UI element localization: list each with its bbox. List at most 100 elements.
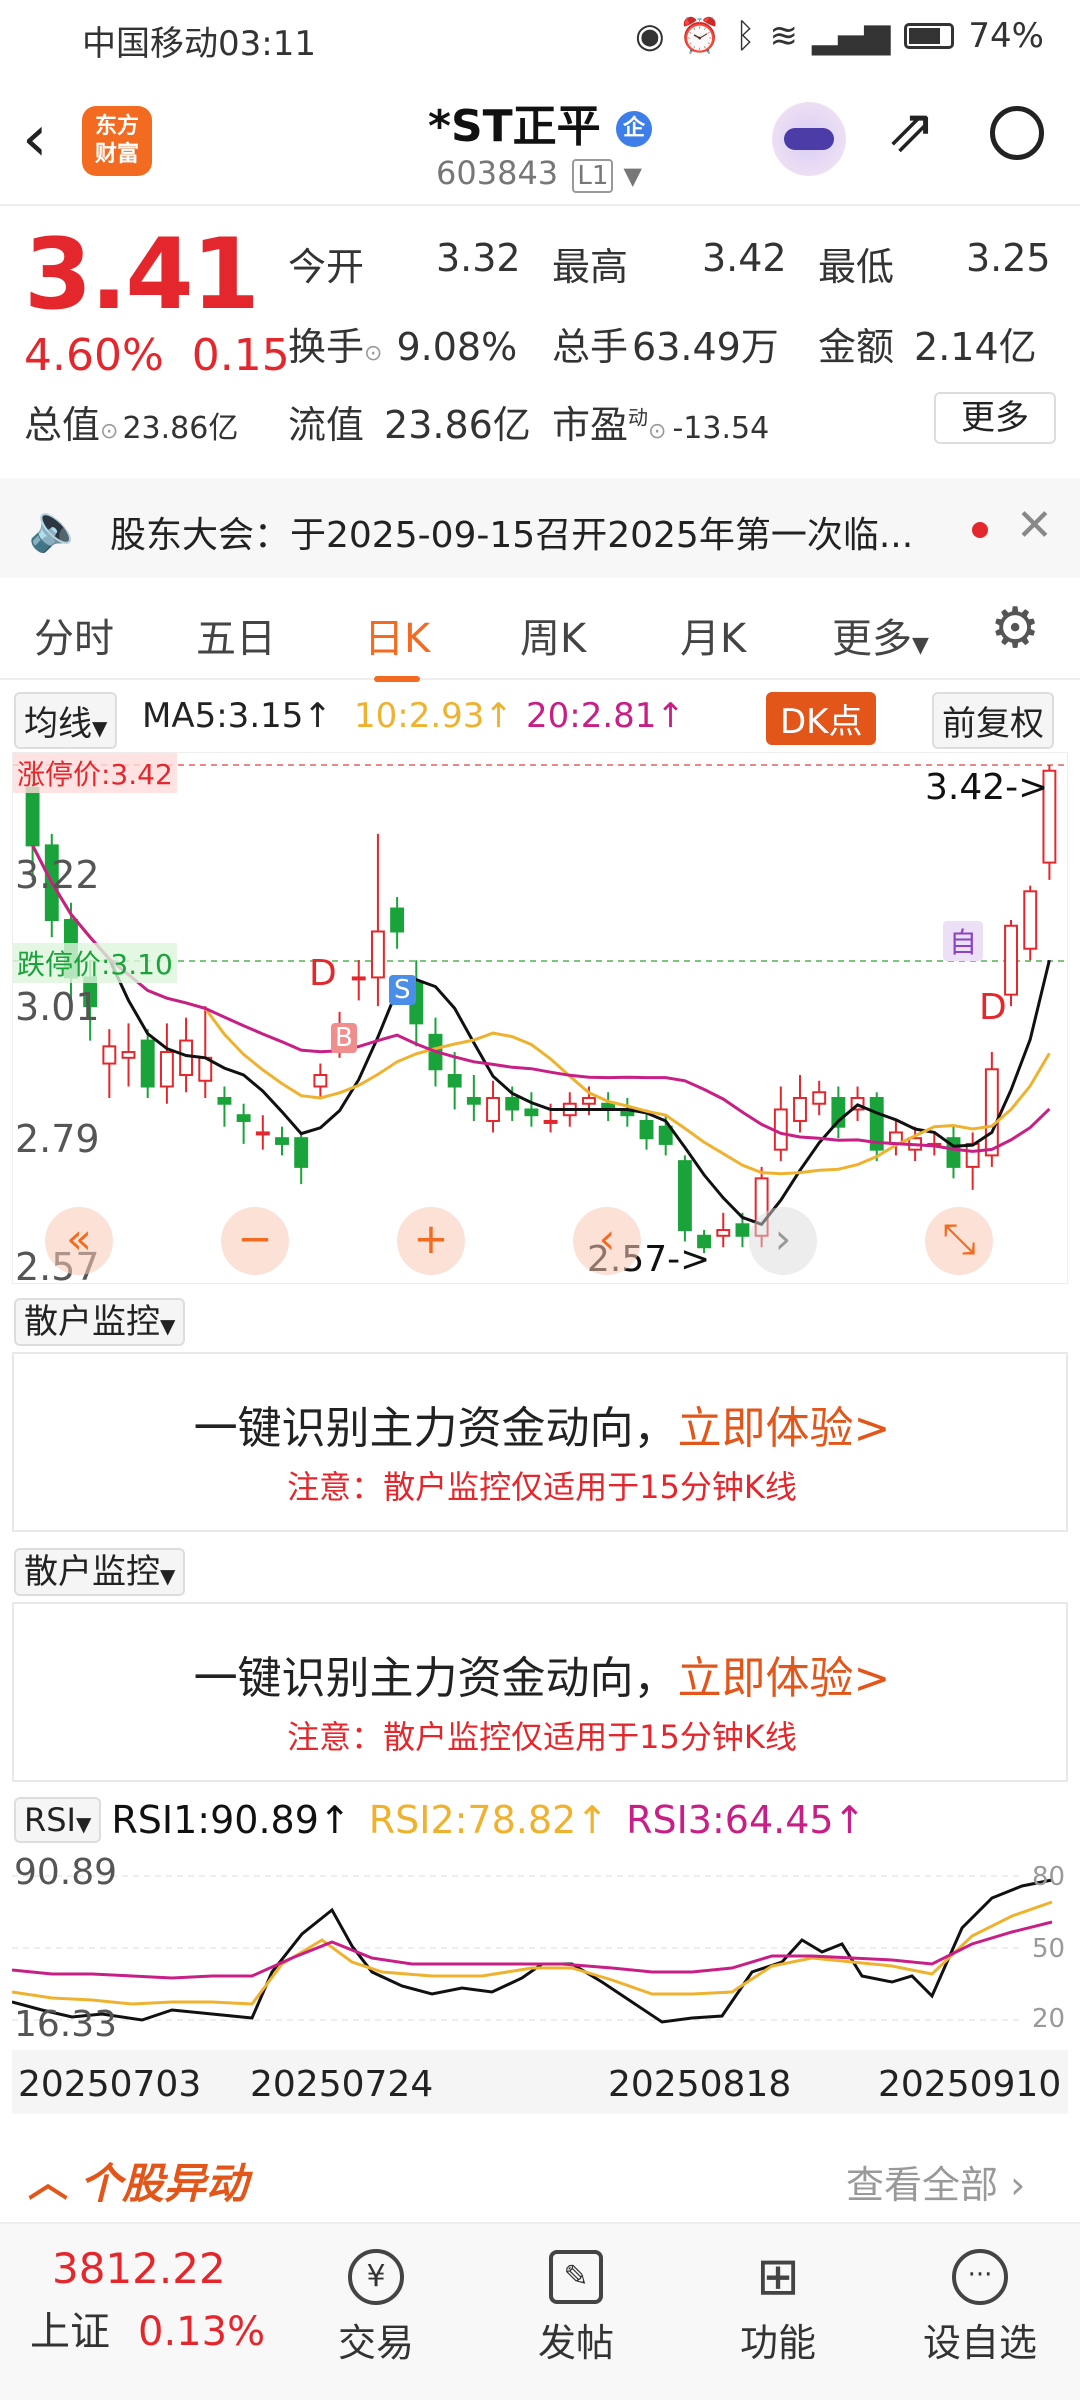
scroll-left-button[interactable]: ‹ — [573, 1207, 641, 1275]
low-value: 3.25 — [966, 236, 1051, 280]
rsi-header: RSI▼ RSI1:90.89↑ RSI2:78.82↑ RSI3:64.45↑ — [14, 1792, 865, 1848]
signal-d-marker-2: D — [979, 987, 1007, 1028]
candle-body — [447, 1074, 462, 1088]
share-icon[interactable]: ⇗ — [886, 96, 936, 166]
monitor-selector-2[interactable]: 散户监控▼ — [14, 1544, 186, 1596]
nav-add-watchlist[interactable]: ··· 设自选 — [910, 2242, 1050, 2367]
candle-body — [1004, 924, 1018, 996]
candle-body — [582, 1096, 596, 1105]
gear-icon[interactable]: ⚙ — [990, 596, 1040, 661]
tab-monthly-k[interactable]: 月K — [680, 606, 746, 664]
stock-movement-bar[interactable]: ︿ 个股异动 查看全部 › — [0, 2134, 1080, 2218]
candle-body — [179, 1039, 194, 1077]
rsi-level-20: 20 — [1032, 2004, 1066, 2034]
index-name: 上证 — [30, 2309, 110, 2355]
scroll-right-button[interactable]: › — [749, 1207, 817, 1275]
speaker-icon: 🔈 — [28, 500, 86, 554]
candle-body — [121, 1051, 136, 1059]
tab-daily-k[interactable]: 日K — [364, 606, 430, 682]
candle-body — [275, 1137, 289, 1145]
zoom-in-button[interactable]: + — [397, 1207, 465, 1275]
candle-body — [639, 1119, 654, 1140]
tab-five-day[interactable]: 五日 — [196, 606, 276, 664]
stock-code[interactable]: 603843 L1 ▼ — [436, 154, 642, 193]
rsi-bottom-label: 16.33 — [14, 2004, 118, 2045]
grid-icon: ⊞ — [756, 2247, 800, 2307]
high-tag: 3.42-> — [925, 767, 1049, 808]
y-tick-3: 2.79 — [15, 1117, 100, 1161]
scroll-left-fast-button[interactable]: « — [45, 1207, 113, 1275]
high-stat: 最高 — [552, 245, 629, 289]
nav-post[interactable]: ✎ 发帖 — [506, 2242, 646, 2367]
unread-dot — [972, 522, 988, 538]
date-axis: 20250703 20250724 20250818 20250910 — [12, 2050, 1068, 2114]
robot-avatar-icon[interactable] — [772, 102, 846, 176]
high-value: 3.42 — [702, 236, 787, 280]
period-tabs: 分时 五日 日K 周K 月K 更多▼ ⚙ — [0, 580, 1080, 682]
date-label: 20250818 — [608, 2064, 792, 2105]
candle-body — [965, 1142, 980, 1168]
indicator-selector[interactable]: 均线▼ — [14, 692, 118, 749]
status-bar: 中国移动03:11 ◉ ⏰ ᛒ ≋ ▂▄▆ 74% — [0, 0, 1080, 72]
rsi-top-label: 90.89 — [14, 1852, 118, 1893]
candle-body — [25, 786, 40, 847]
mktcap-stat: 总值⊙ 23.86亿 — [24, 403, 239, 447]
amount-stat: 金额 2.14亿 — [818, 325, 1037, 369]
ma20-value: 20:2.81↑ — [526, 696, 685, 736]
zoom-out-button[interactable]: − — [221, 1207, 289, 1275]
tab-more[interactable]: 更多▼ — [832, 606, 929, 664]
monitor-panel-1[interactable]: 一键识别主力资金动向，立即体验> 注意：散户监控仅适用于15分钟K线 — [12, 1352, 1068, 1532]
bluetooth-icon: ᛒ — [735, 16, 756, 56]
bottom-nav: 3812.22 上证 0.13% ¥ 交易 ✎ 发帖 ⊞ 功能 ··· 设自选 — [0, 2222, 1080, 2400]
index-value: 3812.22 — [52, 2244, 226, 2293]
battery-percent: 74% — [968, 16, 1044, 56]
candle-body — [217, 1096, 232, 1105]
nav-functions[interactable]: ⊞ 功能 — [708, 2242, 848, 2367]
chevron-down-icon: ▼ — [623, 162, 642, 190]
stock-header: ‹ 东方 财富 *ST正平 企 603843 L1 ▼ ⇗ — [0, 72, 1080, 206]
nav-trade[interactable]: ¥ 交易 — [306, 2242, 446, 2367]
quote-panel: 3.41 4.60% 0.15 今开 3.32 最高 3.42 最低 3.25 … — [0, 208, 1080, 470]
fullscreen-button[interactable]: ⤡ — [925, 1207, 993, 1275]
signal-icon: ▂▄▆ — [811, 16, 891, 56]
y-tick-1: 3.22 — [15, 853, 100, 897]
view-all-link[interactable]: 查看全部 › — [846, 2154, 1025, 2209]
monitor-panel-2[interactable]: 一键识别主力资金动向，立即体验> 注意：散户监控仅适用于15分钟K线 — [12, 1602, 1068, 1782]
index-change: 0.13% — [138, 2309, 266, 2355]
more-dots-icon: ··· — [952, 2249, 1008, 2305]
rsi2-value: RSI2:78.82↑ — [368, 1798, 609, 1842]
tab-weekly-k[interactable]: 周K — [520, 606, 586, 664]
candle-body — [773, 1108, 788, 1151]
alarm-icon: ⏰ — [678, 16, 722, 56]
candle-body — [370, 930, 385, 979]
rsi1-value: RSI1:90.89↑ — [111, 1798, 351, 1842]
eye-icon: ◉ — [635, 16, 665, 56]
open-stat: 今开 — [288, 245, 365, 289]
adjust-button[interactable]: 前复权 — [932, 692, 1054, 749]
battery-icon — [904, 23, 955, 49]
tab-intraday[interactable]: 分时 — [34, 606, 114, 664]
pe-stat: 市盈动⊙ -13.54 — [552, 403, 770, 447]
candle-body — [793, 1096, 807, 1122]
candle-body — [543, 1119, 558, 1124]
dk-point-button[interactable]: DK点 — [766, 692, 877, 745]
candle-body — [524, 1108, 539, 1117]
notice-bar[interactable]: 🔈 股东大会：于2025-09-15召开2025年第一次临... ✕ — [0, 478, 1080, 578]
wifi-icon: ≋ — [769, 16, 798, 56]
candle-body — [1023, 890, 1038, 950]
limit-up-label: 涨停价:3.42 — [13, 753, 177, 793]
notice-text: 股东大会：于2025-09-15召开2025年第一次临... — [110, 515, 914, 556]
candle-body — [390, 907, 405, 933]
close-icon[interactable]: ✕ — [1016, 500, 1053, 551]
rsi-chart[interactable]: 90.89 16.33 80 50 20 — [11, 1852, 1068, 2045]
rsi-selector[interactable]: RSI▼ — [14, 1797, 102, 1843]
float-stat: 流值 23.86亿 — [288, 403, 531, 447]
more-button[interactable]: 更多 — [934, 392, 1056, 444]
try-now-link[interactable]: 立即体验> — [678, 1653, 891, 1704]
monitor-selector-1[interactable]: 散户监控▼ — [14, 1294, 186, 1346]
candle-body — [486, 1096, 500, 1122]
kline-chart[interactable]: 涨停价:3.42 跌停价:3.10 3.22 3.01 2.79 2.57 3.… — [12, 752, 1069, 1289]
search-icon[interactable] — [990, 106, 1044, 160]
try-now-link[interactable]: 立即体验> — [678, 1403, 891, 1454]
index-ticker[interactable]: 3812.22 上证 0.13% — [30, 2244, 290, 2357]
